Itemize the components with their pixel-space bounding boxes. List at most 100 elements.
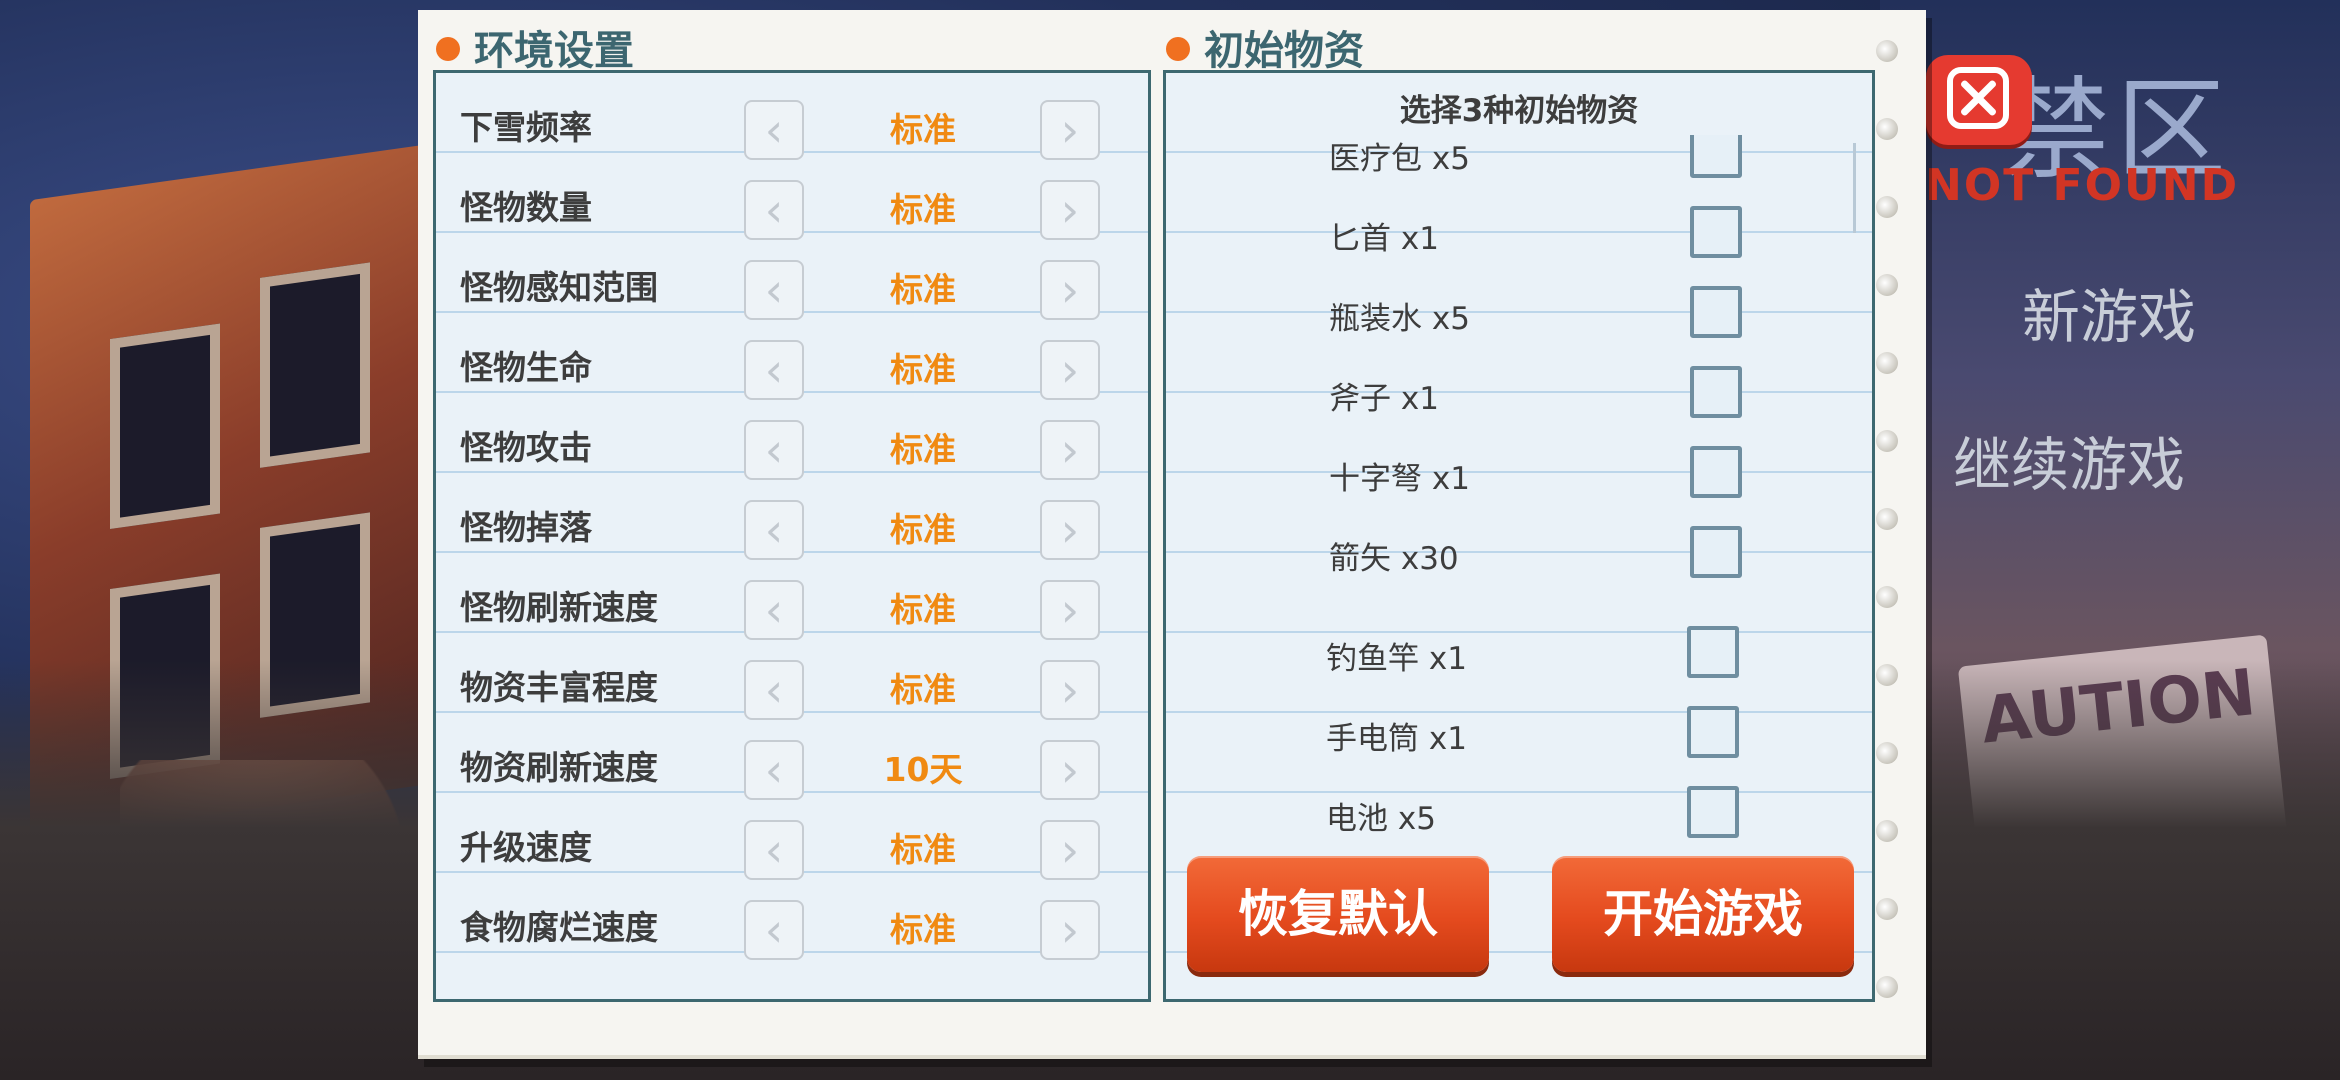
- supply-checkbox[interactable]: [1690, 366, 1742, 418]
- ring: [1876, 40, 1898, 62]
- supply-item-name: 电池 x5: [1326, 801, 1436, 837]
- setting-label: 怪物攻击: [460, 428, 592, 467]
- chevron-right-icon: ›: [1060, 183, 1080, 237]
- chevron-right-icon: ›: [1060, 663, 1080, 717]
- setting-decrease-button[interactable]: ‹: [744, 500, 804, 560]
- supply-item-name: 斧子 x1: [1329, 381, 1439, 417]
- ring: [1876, 586, 1898, 608]
- building-window: [260, 262, 370, 468]
- setting-increase-button[interactable]: ›: [1040, 500, 1100, 560]
- ring: [1876, 118, 1898, 140]
- setting-increase-button[interactable]: ›: [1040, 100, 1100, 160]
- setting-row-monster-drop: 怪物掉落 ‹ 标准 ›: [436, 483, 1148, 563]
- ring: [1876, 352, 1898, 374]
- setting-increase-button[interactable]: ›: [1040, 580, 1100, 640]
- supply-item: 十字弩 x1: [1169, 435, 1869, 515]
- notebook-rings: [1876, 40, 1906, 1020]
- ring: [1876, 664, 1898, 686]
- chevron-right-icon: ›: [1060, 743, 1080, 797]
- supplies-scrollbar[interactable]: [1853, 143, 1856, 233]
- supply-item: 匕首 x1: [1169, 195, 1869, 275]
- setting-value: 标准: [890, 670, 956, 709]
- setting-increase-button[interactable]: ›: [1040, 740, 1100, 800]
- setting-decrease-button[interactable]: ‹: [744, 100, 804, 160]
- supply-checkbox[interactable]: [1690, 446, 1742, 498]
- setting-decrease-button[interactable]: ‹: [744, 900, 804, 960]
- ring: [1876, 196, 1898, 218]
- chevron-right-icon: ›: [1060, 103, 1080, 157]
- environment-heading: 环境设置: [436, 18, 634, 76]
- chevron-left-icon: ‹: [764, 823, 784, 877]
- menu-new-game[interactable]: 新游戏: [2022, 270, 2196, 354]
- supply-item: 瓶装水 x5: [1169, 275, 1869, 355]
- reset-defaults-button[interactable]: 恢复默认: [1187, 856, 1489, 972]
- chevron-right-icon: ›: [1060, 343, 1080, 397]
- supply-item-name: 匕首 x1: [1329, 221, 1439, 257]
- supply-checkbox[interactable]: [1690, 286, 1742, 338]
- setting-increase-button[interactable]: ›: [1040, 180, 1100, 240]
- supply-item-name: 瓶装水 x5: [1329, 301, 1470, 337]
- chevron-right-icon: ›: [1060, 903, 1080, 957]
- chevron-right-icon: ›: [1060, 423, 1080, 477]
- supply-checkbox[interactable]: [1690, 526, 1742, 578]
- close-button[interactable]: [1926, 55, 2032, 145]
- setting-decrease-button[interactable]: ‹: [744, 420, 804, 480]
- setting-value: 标准: [890, 510, 956, 549]
- setting-decrease-button[interactable]: ‹: [744, 740, 804, 800]
- setting-increase-button[interactable]: ›: [1040, 820, 1100, 880]
- setting-label: 怪物生命: [460, 348, 592, 387]
- setting-increase-button[interactable]: ›: [1040, 660, 1100, 720]
- start-game-button[interactable]: 开始游戏: [1552, 856, 1854, 972]
- menu-continue-game[interactable]: 继续游戏: [1953, 418, 2185, 502]
- supply-item: 医疗包 x5: [1169, 135, 1869, 195]
- ring: [1876, 742, 1898, 764]
- supply-checkbox[interactable]: [1690, 206, 1742, 258]
- supply-item: 斧子 x1: [1169, 355, 1869, 435]
- setting-value: 标准: [890, 830, 956, 869]
- setting-value: 标准: [890, 590, 956, 629]
- ring: [1876, 430, 1898, 452]
- setting-decrease-button[interactable]: ‹: [744, 180, 804, 240]
- setting-increase-button[interactable]: ›: [1040, 900, 1100, 960]
- orange-dot-icon: [1166, 37, 1190, 61]
- setting-row-monster-perception: 怪物感知范围 ‹ 标准 ›: [436, 243, 1148, 323]
- setting-decrease-button[interactable]: ‹: [744, 580, 804, 640]
- chevron-left-icon: ‹: [764, 903, 784, 957]
- setting-decrease-button[interactable]: ‹: [744, 820, 804, 880]
- setting-value: 标准: [890, 110, 956, 149]
- chevron-right-icon: ›: [1060, 583, 1080, 637]
- supply-checkbox[interactable]: [1687, 786, 1739, 838]
- chevron-left-icon: ‹: [764, 583, 784, 637]
- setting-value: 标准: [890, 190, 956, 229]
- setting-decrease-button[interactable]: ‹: [744, 260, 804, 320]
- supply-checkbox[interactable]: [1687, 706, 1739, 758]
- chevron-left-icon: ‹: [764, 263, 784, 317]
- chevron-left-icon: ‹: [764, 423, 784, 477]
- setting-label: 下雪频率: [460, 108, 592, 147]
- supplies-heading-text: 初始物资: [1204, 28, 1364, 74]
- supply-item-name: 医疗包 x5: [1329, 141, 1470, 177]
- supply-item: 手电筒 x1: [1166, 695, 1872, 775]
- close-icon: [1947, 67, 2009, 129]
- game-logo-en: NOT FOUND: [1925, 160, 2240, 211]
- setting-row-monster-attack: 怪物攻击 ‹ 标准 ›: [436, 403, 1148, 483]
- setting-decrease-button[interactable]: ‹: [744, 660, 804, 720]
- setting-increase-button[interactable]: ›: [1040, 340, 1100, 400]
- supply-checkbox[interactable]: [1690, 135, 1742, 178]
- chevron-left-icon: ‹: [764, 103, 784, 157]
- ring: [1876, 274, 1898, 296]
- supplies-list[interactable]: 医疗包 x5 匕首 x1 瓶装水 x5 斧子 x1 十字弩 x1 箭矢 x30: [1169, 135, 1869, 615]
- chevron-left-icon: ‹: [764, 663, 784, 717]
- setting-increase-button[interactable]: ›: [1040, 420, 1100, 480]
- supply-checkbox[interactable]: [1687, 626, 1739, 678]
- chevron-left-icon: ‹: [764, 343, 784, 397]
- setting-label: 物资刷新速度: [460, 748, 658, 787]
- setting-decrease-button[interactable]: ‹: [744, 340, 804, 400]
- chevron-right-icon: ›: [1060, 503, 1080, 557]
- setting-row-level-speed: 升级速度 ‹ 标准 ›: [436, 803, 1148, 883]
- supply-item-name: 箭矢 x30: [1329, 541, 1459, 577]
- setting-label: 升级速度: [460, 828, 592, 867]
- supplies-instruction: 选择3种初始物资: [1399, 93, 1639, 129]
- setting-increase-button[interactable]: ›: [1040, 260, 1100, 320]
- setting-row-supply-abundance: 物资丰富程度 ‹ 标准 ›: [436, 643, 1148, 723]
